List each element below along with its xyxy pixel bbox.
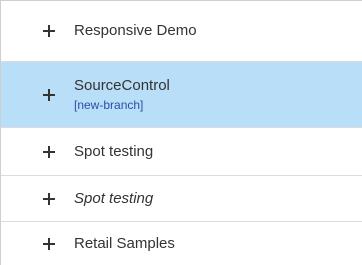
tree-item-label: Spot testing — [74, 142, 154, 160]
tree-item-responsive-demo[interactable]: Responsive Demo — [1, 1, 362, 62]
tree-item-label: Spot testing — [74, 189, 154, 207]
tree-item-label: SourceControl — [74, 76, 170, 94]
tree-item-text: Spot testing — [74, 190, 153, 208]
plus-icon[interactable] — [43, 192, 55, 205]
tree-item-spot-testing-italic[interactable]: Spot testing — [1, 176, 362, 222]
plus-icon[interactable] — [43, 25, 55, 37]
plus-icon[interactable] — [43, 88, 55, 101]
tree-item-text: Responsive Demo — [74, 22, 197, 40]
tree-item-sourcecontrol[interactable]: SourceControl [new-branch] — [1, 62, 362, 128]
plus-icon[interactable] — [43, 237, 55, 250]
project-tree-panel: Responsive Demo SourceControl [new-branc… — [0, 0, 362, 265]
branch-label: [new-branch] — [74, 97, 144, 112]
plus-icon[interactable] — [43, 145, 55, 158]
tree-item-label: Retail Samples — [74, 234, 175, 252]
tree-item-text: Spot testing — [74, 143, 153, 161]
tree-item-label: Responsive Demo — [74, 22, 197, 39]
tree-item-spot-testing[interactable]: Spot testing — [1, 128, 362, 176]
tree-item-text: Retail Samples — [74, 235, 175, 253]
tree-item-text: SourceControl [new-branch] — [74, 77, 170, 113]
tree-item-retail-samples[interactable]: Retail Samples — [1, 222, 362, 265]
